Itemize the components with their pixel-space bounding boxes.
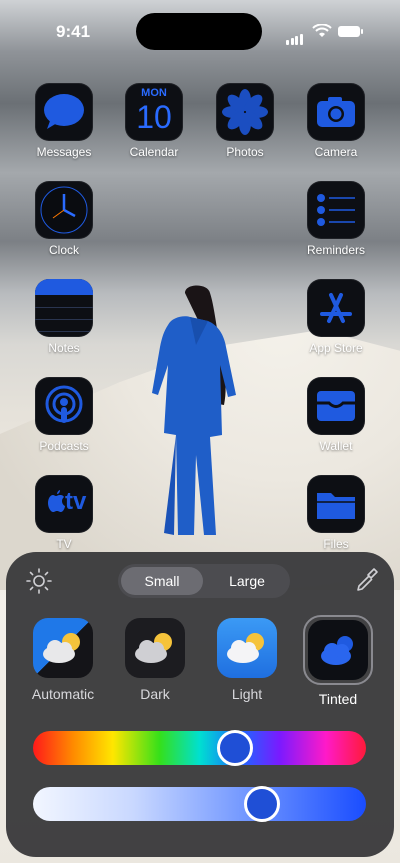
app-messages[interactable]: Messages: [24, 83, 104, 159]
clock-icon: [35, 181, 93, 239]
tv-icon: tv: [35, 475, 93, 533]
app-store-icon: [307, 279, 365, 337]
app-label: Clock: [48, 243, 79, 257]
selected-style-ring: [303, 615, 373, 685]
size-option-large[interactable]: Large: [206, 567, 288, 595]
style-label: Automatic: [31, 686, 95, 702]
messages-icon: [35, 83, 93, 141]
battery-icon: [338, 26, 363, 37]
app-label: Reminders: [306, 243, 366, 257]
dynamic-island: [136, 13, 262, 50]
app-label: Calendar: [129, 145, 179, 159]
wifi-icon: [312, 24, 332, 37]
weather-dark-icon: [125, 618, 185, 678]
home-screen: 9:41 Messages MON 10 Calendar Photos Cam…: [0, 0, 400, 863]
app-label: TV: [56, 537, 72, 551]
app-label: Wallet: [319, 439, 353, 453]
app-photos[interactable]: Photos: [205, 83, 285, 159]
size-option-small[interactable]: Small: [121, 567, 203, 595]
app-label: Files: [323, 537, 349, 551]
style-label: Light: [231, 686, 263, 702]
weather-light-icon: [217, 618, 277, 678]
app-label: Photos: [226, 145, 264, 159]
podcasts-icon: [35, 377, 93, 435]
status-time: 9:41: [56, 22, 91, 41]
app-label: Notes: [48, 341, 80, 355]
app-label: App Store: [309, 341, 363, 355]
app-app-store[interactable]: App Store: [296, 279, 376, 355]
weather-tinted-icon: [308, 620, 368, 680]
eyedropper-icon[interactable]: [354, 566, 380, 594]
wallpaper-person: [152, 285, 236, 535]
style-label: Tinted: [318, 691, 358, 707]
app-clock[interactable]: Clock: [24, 181, 104, 257]
style-option-automatic[interactable]: Automatic: [20, 618, 106, 702]
brightness-icon[interactable]: [26, 568, 52, 594]
cellular-signal-icon: [286, 27, 304, 45]
camera-icon: [307, 83, 365, 141]
app-label: Messages: [36, 145, 92, 159]
notes-icon: [35, 279, 93, 337]
hue-slider-knob[interactable]: [217, 730, 254, 766]
status-bar: 9:41: [0, 0, 400, 60]
app-notes[interactable]: Notes: [24, 279, 104, 355]
icon-size-segmented-control: Small Large: [118, 564, 290, 598]
style-option-dark[interactable]: Dark: [112, 618, 198, 702]
wallet-icon: [307, 377, 365, 435]
calendar-icon: MON 10: [125, 83, 183, 141]
app-calendar[interactable]: MON 10 Calendar: [114, 83, 194, 159]
weather-automatic-icon: [33, 618, 93, 678]
saturation-slider[interactable]: [33, 786, 366, 822]
calendar-day: MON: [141, 87, 167, 99]
files-icon: [307, 475, 365, 533]
app-podcasts[interactable]: Podcasts: [24, 377, 104, 453]
app-label: Camera: [314, 145, 358, 159]
calendar-date: 10: [136, 99, 172, 135]
photos-icon: [216, 83, 274, 141]
app-tv[interactable]: tv TV: [24, 475, 104, 551]
style-option-light[interactable]: Light: [204, 618, 290, 702]
app-camera[interactable]: Camera: [296, 83, 376, 159]
app-reminders[interactable]: Reminders: [296, 181, 376, 257]
style-option-tinted[interactable]: Tinted: [295, 615, 381, 707]
style-label: Dark: [140, 686, 170, 702]
reminders-icon: [307, 181, 365, 239]
app-files[interactable]: Files: [296, 475, 376, 551]
hue-slider[interactable]: [33, 730, 366, 766]
app-label: Podcasts: [39, 439, 89, 453]
saturation-slider-knob[interactable]: [243, 786, 280, 822]
app-wallet[interactable]: Wallet: [296, 377, 376, 453]
customization-panel: Small Large Automatic Dark Light Tinted: [6, 552, 394, 857]
tv-text: tv: [65, 488, 87, 515]
